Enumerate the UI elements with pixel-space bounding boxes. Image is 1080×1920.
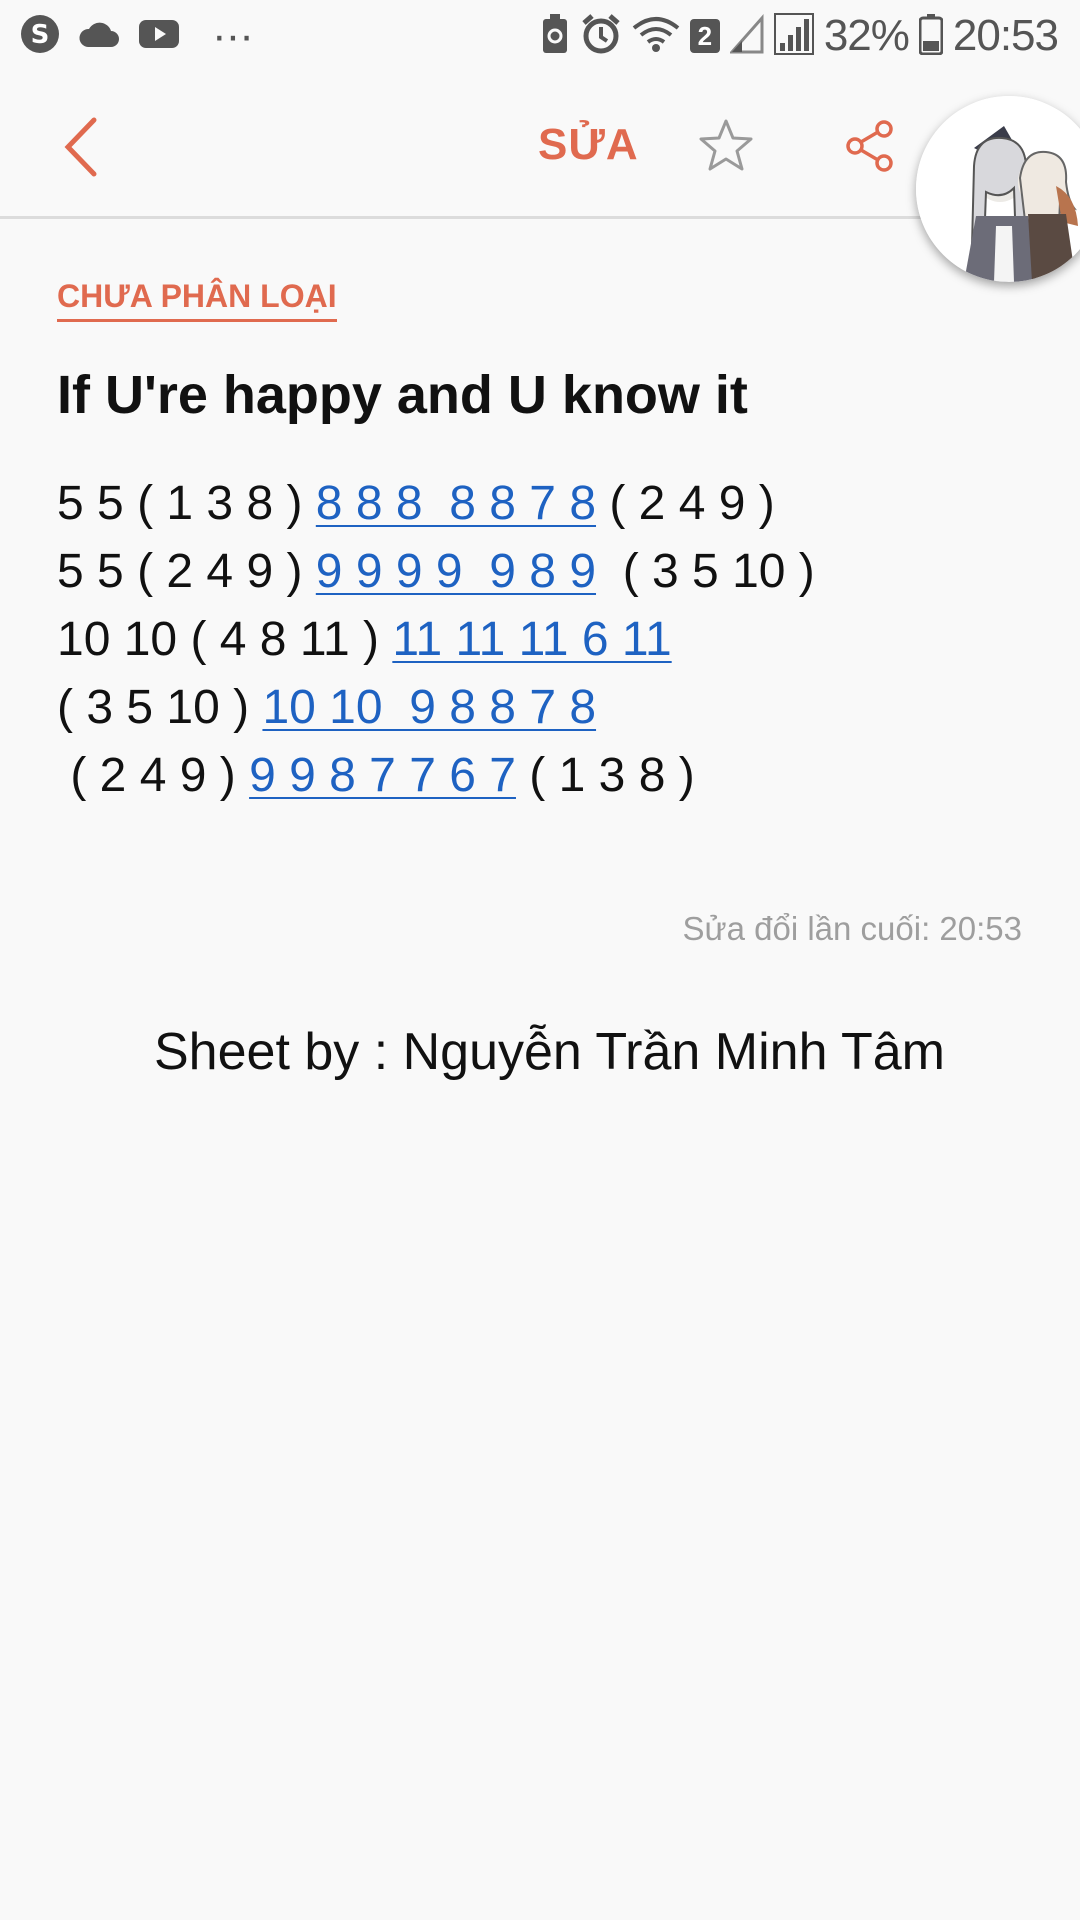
alarm-icon xyxy=(580,13,622,60)
favorite-button[interactable] xyxy=(696,116,756,176)
status-bar: S ··· 2 32% 20:53 xyxy=(0,0,1080,72)
note-line: ( 3 5 10 ) 10 10 9 8 8 7 8 xyxy=(57,674,815,742)
last-modified: Sửa đổi lần cuối: 20:53 xyxy=(682,910,1023,947)
status-bar-left: S ··· xyxy=(20,11,254,60)
signal-icon xyxy=(728,13,764,59)
wifi-icon xyxy=(632,14,680,59)
note-title: If U're happy and U know it xyxy=(57,365,748,425)
sheet-credit: Sheet by : Nguyễn Trần Minh Tâm xyxy=(154,1023,945,1081)
line-prefix: 10 10 ( 4 8 11 ) xyxy=(57,613,393,666)
battery-saver-icon xyxy=(540,13,570,60)
youtube-icon xyxy=(138,18,180,55)
svg-text:S: S xyxy=(31,20,50,50)
note-line: 10 10 ( 4 8 11 ) 11 11 11 6 11 xyxy=(57,606,815,674)
line-link[interactable]: 10 10 9 8 8 7 8 xyxy=(262,681,596,734)
line-prefix: 5 5 ( 2 4 9 ) xyxy=(57,545,316,598)
cloud-icon xyxy=(78,19,120,54)
clock: 20:53 xyxy=(952,11,1059,60)
sim-number: 2 xyxy=(697,21,713,51)
line-prefix: ( 3 5 10 ) xyxy=(57,681,263,734)
share-button[interactable] xyxy=(842,118,898,174)
note-body: 5 5 ( 1 3 8 ) 8 8 8 8 8 7 8 ( 2 4 9 ) 5 … xyxy=(57,470,815,810)
sim-badge: 2 xyxy=(689,19,720,53)
battery-icon xyxy=(918,13,944,60)
more-notifications: ··· xyxy=(212,11,254,60)
share-icon xyxy=(846,120,893,172)
star-icon xyxy=(699,119,753,171)
line-link[interactable]: 9 9 9 9 9 8 9 xyxy=(316,545,596,598)
note-line: 5 5 ( 2 4 9 ) 9 9 9 9 9 8 9 ( 3 5 10 ) xyxy=(57,538,815,606)
battery-percent: 32% xyxy=(823,11,910,60)
line-link[interactable]: 8 8 8 8 8 7 8 xyxy=(316,477,596,530)
edit-button[interactable]: SỬA xyxy=(538,120,639,170)
line-prefix: ( 2 4 9 ) xyxy=(57,749,250,802)
note-line: 5 5 ( 1 3 8 ) 8 8 8 8 8 7 8 ( 2 4 9 ) xyxy=(57,470,815,538)
note-line: ( 2 4 9 ) 9 9 8 7 7 6 7 ( 1 3 8 ) xyxy=(57,742,815,810)
status-bar-right: 2 32% 20:53 xyxy=(540,10,1059,62)
note-category[interactable]: CHƯA PHÂN LOẠI xyxy=(57,278,337,322)
line-suffix: ( 2 4 9 ) xyxy=(596,477,775,530)
line-suffix: ( 3 5 10 ) xyxy=(596,545,815,598)
back-chevron-icon xyxy=(64,117,97,177)
line-link[interactable]: 9 9 8 7 7 6 7 xyxy=(249,749,516,802)
line-prefix: 5 5 ( 1 3 8 ) xyxy=(57,477,316,530)
notification-s-icon: S xyxy=(20,14,60,59)
back-button[interactable] xyxy=(50,112,120,182)
line-link[interactable]: 11 11 11 6 11 xyxy=(392,613,671,666)
signal-icon xyxy=(773,12,814,60)
line-suffix: ( 1 3 8 ) xyxy=(515,749,695,802)
